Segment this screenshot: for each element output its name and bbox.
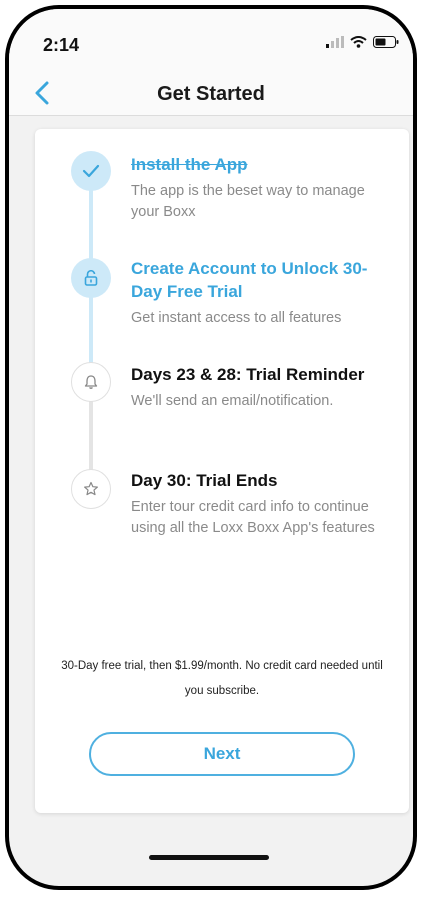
step-2-description: Get instant access to all features [131,310,342,326]
step-2-marker [71,258,111,298]
step-4-marker [71,469,111,509]
next-button[interactable]: Next [89,732,355,776]
battery-icon [373,36,399,48]
step-4-title: Day 30: Trial Ends [131,471,278,490]
step-1-description: The app is the beset way to manage your … [131,183,365,220]
star-icon [84,481,98,496]
step-1: Install the App The app is the beset way… [131,153,381,223]
status-bar: 2:14 [9,9,413,71]
step-1-title: Install the App [131,155,248,174]
lock-icon [84,270,98,286]
bell-icon [84,375,98,389]
step-4-description: Enter tour credit card info to continue … [131,499,375,536]
check-icon [82,164,100,178]
step-4: Day 30: Trial Ends Enter tour credit car… [131,469,381,539]
step-3-marker [71,362,111,402]
step-2: Create Account to Unlock 30-Day Free Tri… [131,257,381,329]
status-time: 2:14 [43,35,80,55]
step-3-description: We'll send an email/notification. [131,393,334,409]
phone-frame: 2:14 Get Started Install the App The app… [5,5,417,890]
wifi-icon [350,36,367,48]
trial-pricing-note: 30-Day free trial, then $1.99/month. No … [61,660,383,697]
step-2-title: Create Account to Unlock 30-Day Free Tri… [131,259,368,301]
step-1-marker [71,151,111,191]
page-title: Get Started [157,83,265,105]
home-indicator [149,855,269,860]
status-icons [326,36,399,48]
onboarding-card: Install the App The app is the beset way… [35,129,409,813]
signal-icon [326,36,344,48]
navigation-bar: Get Started [9,71,413,116]
step-3-title: Days 23 & 28: Trial Reminder [131,365,365,384]
step-3: Days 23 & 28: Trial Reminder We'll send … [131,363,381,412]
